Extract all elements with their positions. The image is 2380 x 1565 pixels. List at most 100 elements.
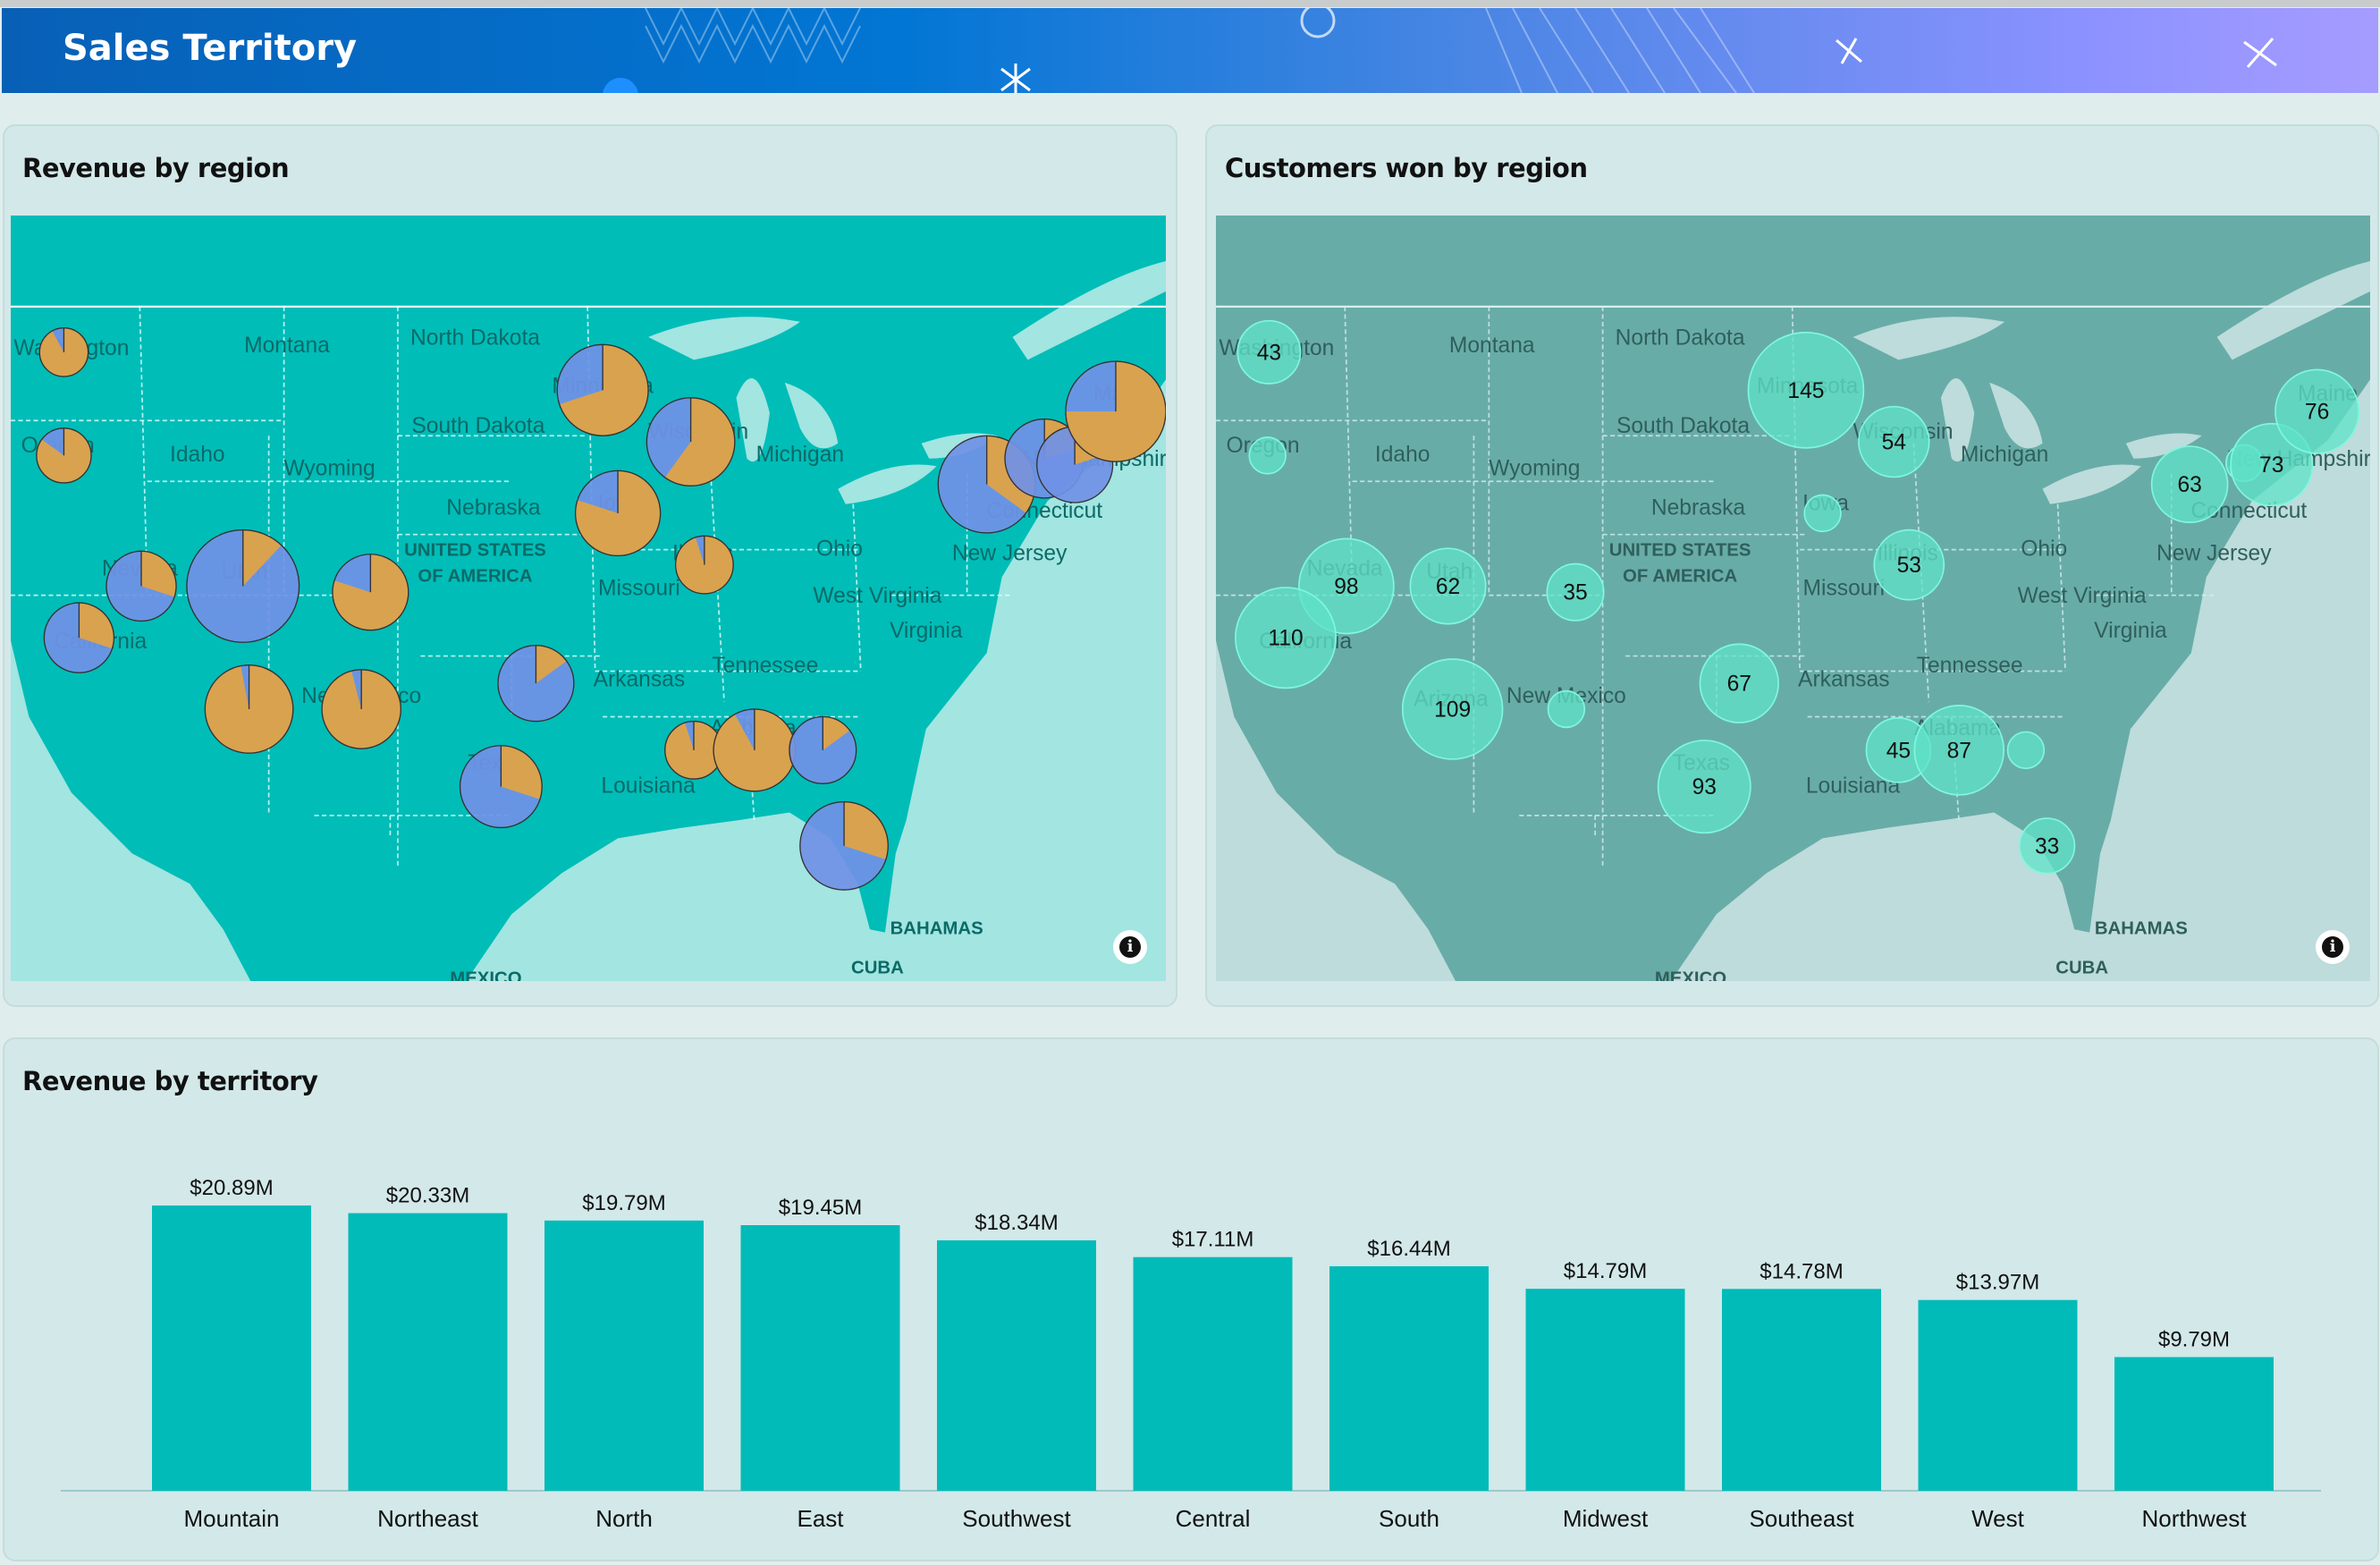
bubble-label: 45 bbox=[1886, 739, 1911, 763]
bubble-label: 53 bbox=[1897, 554, 1921, 578]
revenue-pie[interactable] bbox=[497, 644, 575, 723]
bubble-circle bbox=[1803, 494, 1842, 533]
map-label: Virginia bbox=[2094, 619, 2167, 643]
map-label: Nebraska bbox=[446, 496, 541, 520]
dashboard-title: Sales Territory bbox=[63, 28, 358, 69]
bubble-circle bbox=[1547, 689, 1586, 729]
revenue-pie[interactable] bbox=[799, 800, 889, 891]
bubble-label: 54 bbox=[1882, 431, 1906, 455]
customer-bubble[interactable] bbox=[1803, 494, 1842, 533]
map-label: Michigan bbox=[1961, 443, 2048, 467]
revenue-pie[interactable] bbox=[38, 327, 89, 377]
info-icon: i bbox=[1119, 936, 1141, 958]
map-label: West Virginia bbox=[2018, 584, 2147, 608]
customer-bubble[interactable]: 35 bbox=[1546, 563, 1605, 622]
map-label: Idaho bbox=[170, 443, 225, 467]
map-label: Virginia bbox=[890, 619, 963, 643]
map-label: MEXICO bbox=[450, 969, 521, 981]
customer-bubble[interactable]: 33 bbox=[2019, 817, 2076, 875]
customer-bubble[interactable]: 93 bbox=[1657, 740, 1751, 834]
map-label: Ohio bbox=[816, 537, 863, 561]
customer-bubble[interactable]: 53 bbox=[1873, 529, 1945, 601]
map-label: New Jersey bbox=[2156, 542, 2272, 566]
map-label: New Jersey bbox=[952, 542, 1068, 566]
bubble-label: 93 bbox=[1692, 775, 1717, 799]
customer-bubble[interactable]: 110 bbox=[1235, 587, 1338, 689]
revenue-pie[interactable] bbox=[105, 550, 177, 622]
map-label: Michigan bbox=[756, 443, 844, 467]
map-label: Nebraska bbox=[1651, 496, 1746, 520]
bubble-label: 109 bbox=[1434, 698, 1471, 722]
revenue-pie[interactable] bbox=[574, 470, 662, 557]
map-label: Montana bbox=[244, 334, 330, 358]
map-label: CUBA bbox=[2055, 958, 2108, 977]
customers-map[interactable]: WashingtonMontanaNorth DakotaMinnesotaOr… bbox=[1216, 216, 2370, 981]
revenue-pie[interactable] bbox=[43, 602, 115, 673]
customer-bubble[interactable]: 145 bbox=[1747, 331, 1865, 449]
revenue-pie[interactable] bbox=[556, 343, 649, 436]
map-label: MEXICO bbox=[1655, 969, 1726, 981]
map-label: BAHAMAS bbox=[890, 918, 983, 938]
map-label: BAHAMAS bbox=[2095, 918, 2188, 938]
customers-map-info-button[interactable]: i bbox=[2316, 930, 2350, 964]
bubble-label: 110 bbox=[1268, 627, 1303, 651]
bubble-label: 145 bbox=[1787, 379, 1824, 403]
map-label: North Dakota bbox=[1616, 326, 1745, 350]
customer-bubble[interactable]: 62 bbox=[1409, 547, 1487, 625]
map-label: West Virginia bbox=[813, 584, 941, 608]
revenue-pie[interactable] bbox=[459, 745, 543, 829]
map-label: South Dakota bbox=[1616, 414, 1750, 438]
map-label: Missouri bbox=[1803, 577, 1886, 601]
bubble-label: 43 bbox=[1257, 341, 1281, 365]
map-label: Tennessee bbox=[712, 654, 818, 678]
revenue-pie[interactable] bbox=[186, 529, 300, 643]
map-label: UNITED STATES bbox=[404, 540, 546, 560]
revenue-pie[interactable] bbox=[646, 397, 736, 486]
revenue-pie[interactable] bbox=[204, 664, 294, 754]
revenue-pie[interactable] bbox=[674, 535, 734, 595]
revenue-pie[interactable] bbox=[713, 708, 797, 792]
revenue-pie[interactable] bbox=[321, 669, 402, 749]
map-label: South Dakota bbox=[411, 414, 544, 438]
map-label: CUBA bbox=[851, 959, 904, 978]
panel-title: Customers won by region bbox=[1225, 153, 1588, 183]
bubble-label: 98 bbox=[1334, 575, 1358, 599]
customer-bubble[interactable]: 87 bbox=[1913, 704, 2005, 796]
revenue-pie[interactable] bbox=[332, 554, 409, 631]
customer-bubble[interactable]: 67 bbox=[1699, 643, 1779, 723]
header-decoration bbox=[603, 8, 2277, 93]
map-label: UNITED STATES bbox=[1609, 540, 1751, 560]
revenue-map-info-button[interactable]: i bbox=[1113, 930, 1147, 964]
map-label: OF AMERICA bbox=[1623, 566, 1737, 586]
revenue-map[interactable]: WashingtonMontanaNorth DakotaMinnesotaOr… bbox=[11, 216, 1166, 981]
map-label: Arkansas bbox=[594, 668, 686, 692]
customer-bubble[interactable] bbox=[1248, 436, 1287, 475]
bubble-label: 35 bbox=[1563, 581, 1587, 605]
window-top-border bbox=[0, 0, 2380, 7]
bubble-label: 73 bbox=[2259, 453, 2283, 478]
map-label: Montana bbox=[1449, 334, 1535, 358]
bubble-circle bbox=[1248, 436, 1287, 475]
revenue-pie[interactable] bbox=[1065, 360, 1166, 462]
map-label: Ohio bbox=[2021, 537, 2067, 561]
map-label: Wyoming bbox=[283, 456, 375, 480]
bubble-label: 33 bbox=[2035, 834, 2059, 859]
customer-bubble[interactable] bbox=[2006, 731, 2046, 770]
customer-bubble[interactable]: 54 bbox=[1858, 405, 1930, 478]
revenue-pie[interactable] bbox=[789, 715, 857, 784]
customer-bubble[interactable]: 76 bbox=[2275, 368, 2360, 454]
panel-title: Revenue by territory bbox=[22, 1066, 318, 1096]
customer-bubble[interactable] bbox=[1547, 689, 1586, 729]
revenue-by-territory-panel: Revenue by territory bbox=[3, 1037, 2379, 1561]
map-label: Missouri bbox=[598, 577, 680, 601]
customer-bubble[interactable]: 109 bbox=[1401, 658, 1504, 760]
customer-bubble[interactable]: 43 bbox=[1236, 319, 1302, 385]
dashboard-header: Sales Territory bbox=[2, 8, 2378, 93]
revenue-pie[interactable] bbox=[36, 427, 92, 484]
customer-bubble[interactable]: 63 bbox=[2150, 445, 2229, 524]
map-label: Idaho bbox=[1375, 443, 1431, 467]
map-label: North Dakota bbox=[410, 326, 540, 350]
bubble-label: 62 bbox=[1436, 575, 1460, 599]
info-icon: i bbox=[2322, 936, 2343, 958]
bubble-label: 76 bbox=[2305, 401, 2329, 425]
